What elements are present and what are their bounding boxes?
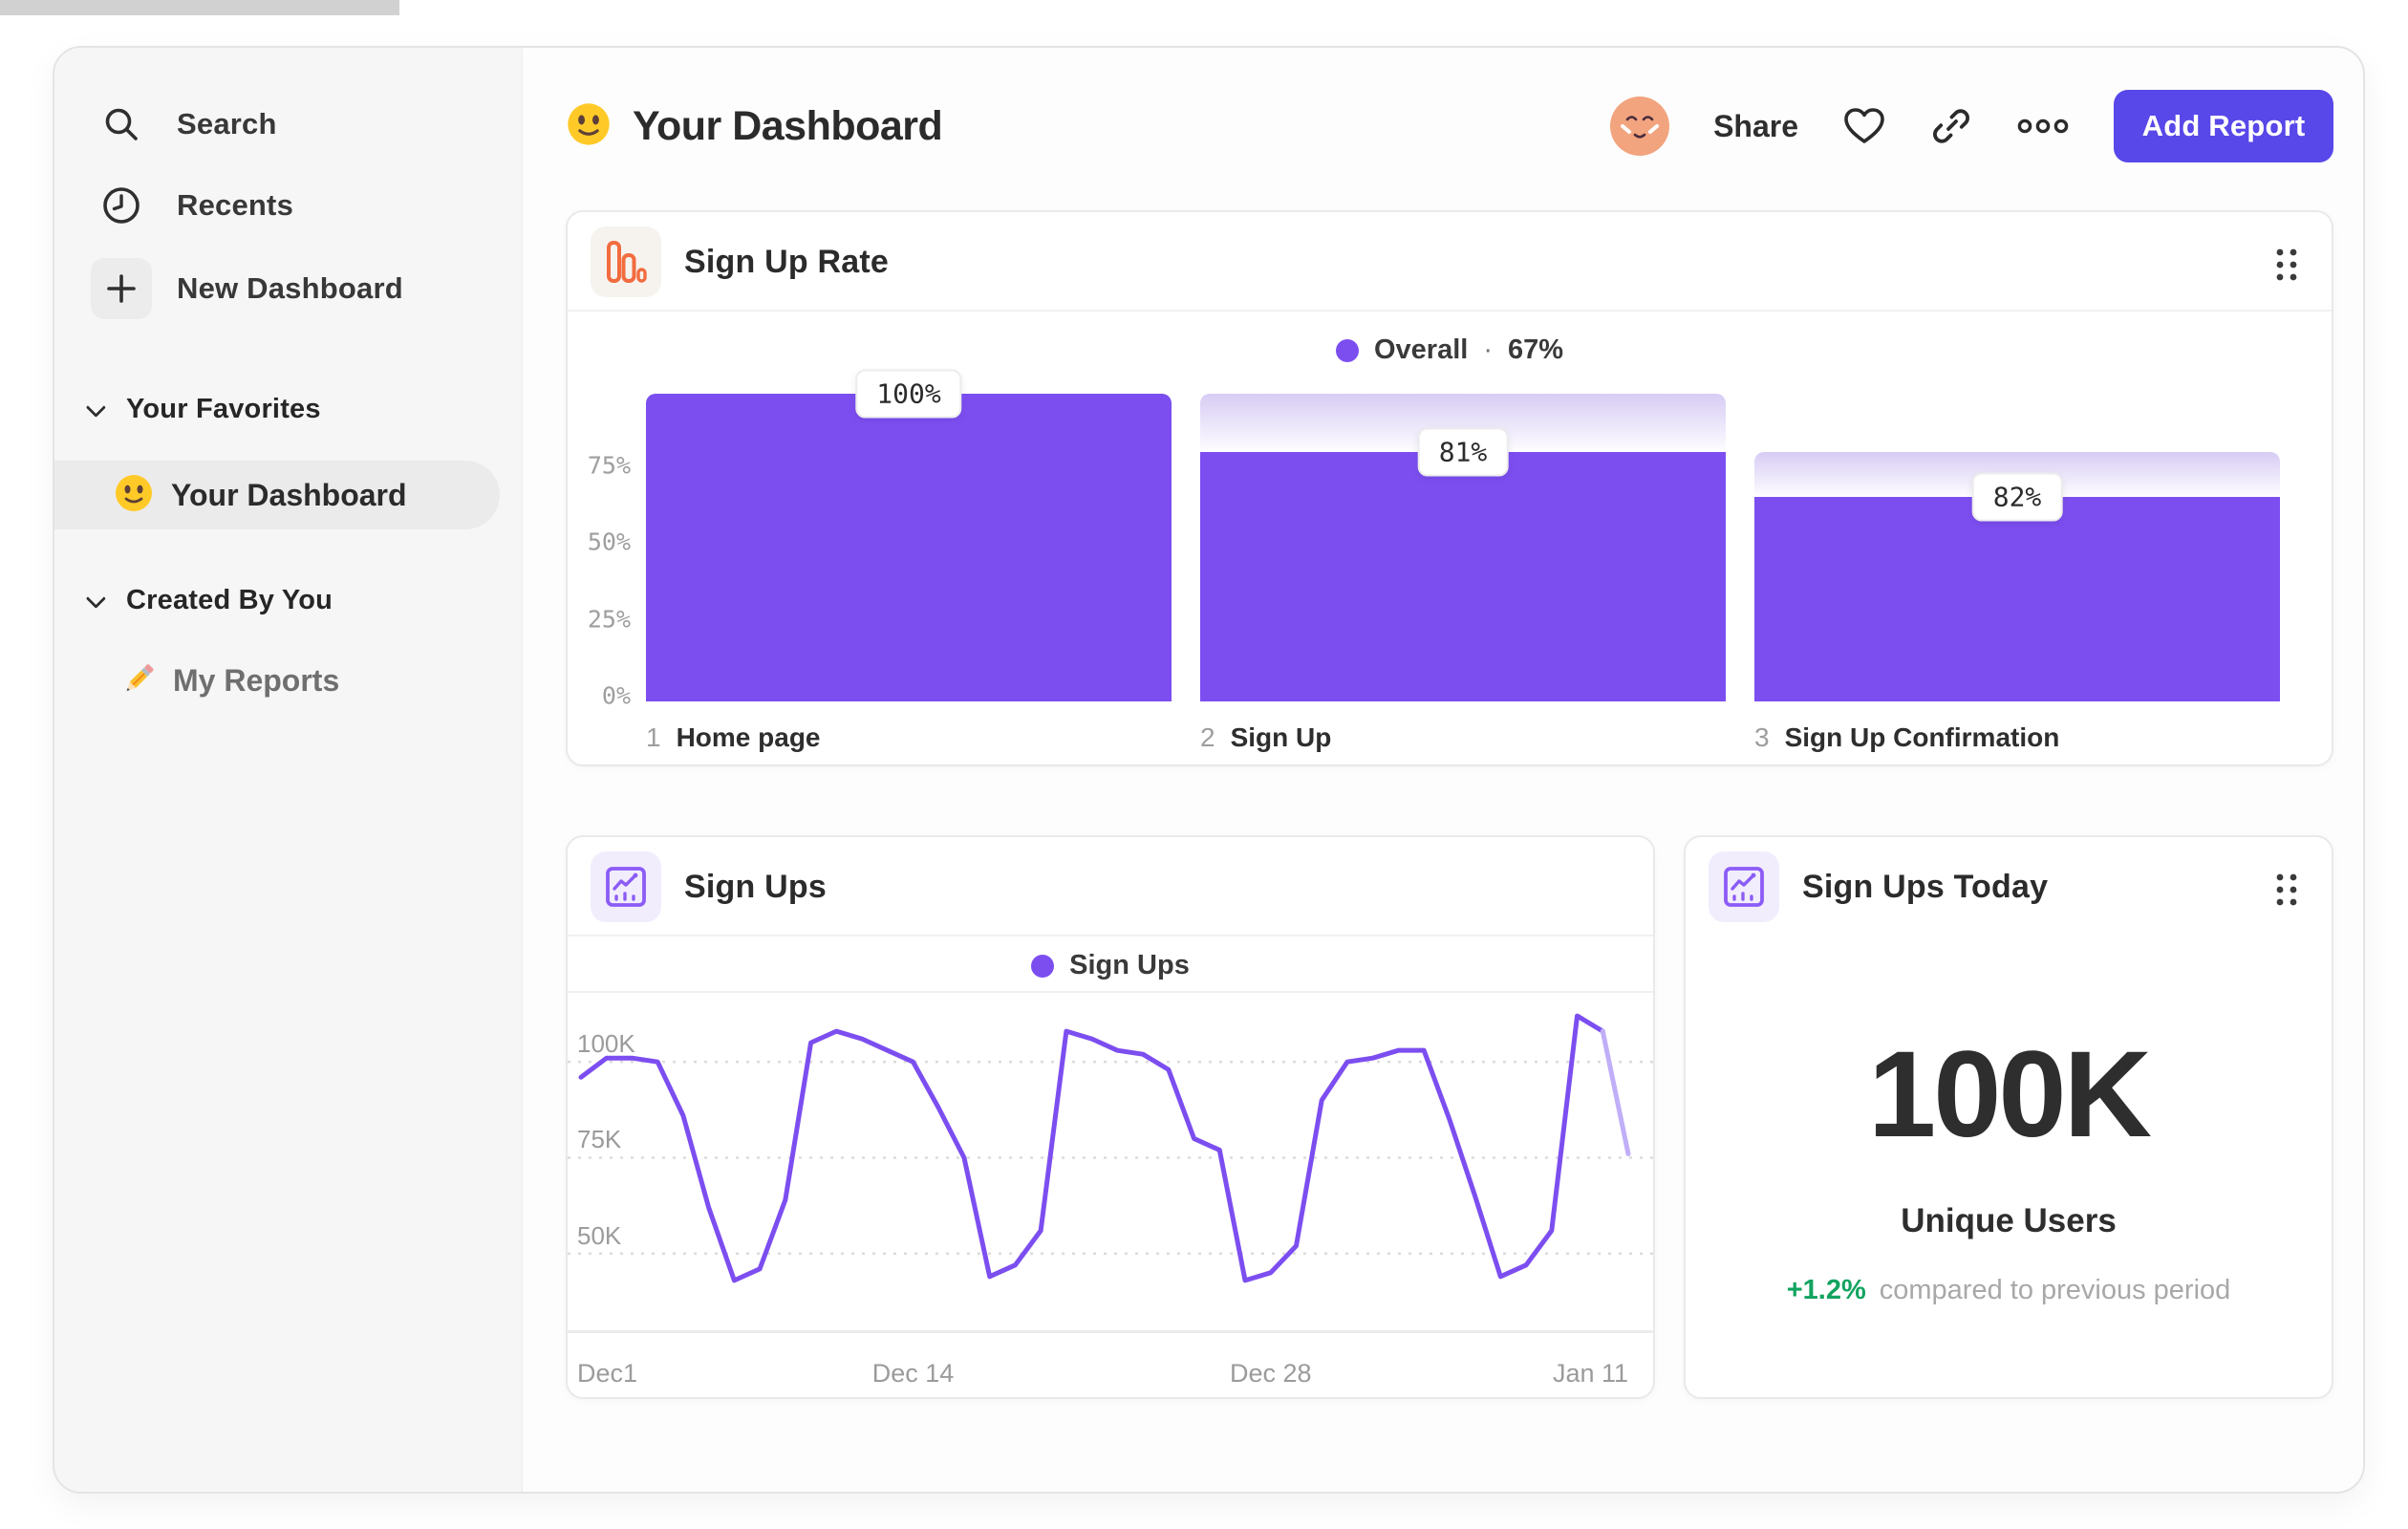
stat-delta-row: +1.2% compared to previous period (1686, 1275, 2332, 1306)
funnel-step-number: 1 (646, 722, 661, 752)
stat-label: Unique Users (1901, 1202, 2117, 1239)
signups-card: Sign Ups Sign Ups 100K 75K 50K Dec1 Dec 14 De… (566, 835, 1655, 1399)
legend-dot (1031, 954, 1055, 978)
funnel-y-tick: 25% (587, 605, 631, 633)
funnel-value-chip: 81% (1417, 427, 1509, 477)
card-header: Sign Ups Today (1686, 837, 2332, 937)
stat-delta: +1.2% (1786, 1275, 1866, 1305)
line-x-tick: Dec 28 (1229, 1359, 1312, 1388)
line-x-tick: Dec 14 (871, 1359, 955, 1388)
funnel-y-tick: 50% (587, 528, 631, 556)
line-chart-icon (591, 851, 661, 922)
funnel-bar (646, 394, 1172, 701)
funnel-step-name: Sign Up (1230, 722, 1332, 752)
share-button[interactable]: Share (1713, 109, 1798, 144)
smiley-emoji (566, 101, 612, 152)
add-report-button[interactable]: Add Report (2114, 90, 2333, 162)
sidebar: Search Recents New Dashboard Your Favori… (54, 48, 523, 1492)
funnel-bar-fill (646, 394, 1172, 701)
sidebar-item-search[interactable]: Search (54, 88, 523, 161)
line-chart-icon (1709, 851, 1779, 922)
copy-link-icon[interactable] (1930, 105, 1972, 147)
card-header: Sign Ups (568, 837, 1653, 937)
sidebar-item-recents[interactable]: Recents (54, 169, 523, 242)
funnel-step-label: 3 Sign Up Confirmation (1754, 722, 2059, 753)
search-icon (85, 104, 158, 144)
sidebar-item-label: Recents (177, 188, 294, 222)
funnel-step-name: Home page (676, 722, 821, 752)
plus-icon (85, 258, 158, 319)
line-x-tick: Jan 11 (1552, 1359, 1628, 1388)
signups-today-card: Sign Ups Today 100K Unique Users +1.2% co… (1684, 835, 2333, 1399)
sidebar-section-created-by-you[interactable]: Created By You (85, 585, 333, 616)
sidebar-item-label: Search (177, 107, 277, 140)
funnel-bar-fill (1200, 452, 1726, 701)
signups-line-chart: 100K 75K 50K Dec1 Dec 14 Dec 28 Jan 11 (568, 993, 1653, 1394)
x-axis-line (568, 1330, 1653, 1333)
funnel-step-name: Sign Up Confirmation (1784, 722, 2060, 752)
funnel-bar-fill (1754, 496, 2280, 701)
signups-legend[interactable]: Sign Ups (568, 950, 1653, 981)
funnel-y-tick: 0% (601, 681, 631, 710)
chevron-down-icon (85, 588, 106, 609)
pencil-emoji (119, 659, 158, 702)
sidebar-item-your-dashboard[interactable]: Your Dashboard (54, 461, 500, 529)
drag-handle-icon[interactable] (2274, 872, 2299, 913)
app-window: Search Recents New Dashboard Your Favori… (53, 46, 2365, 1494)
favorite-heart-icon[interactable] (1842, 106, 1886, 146)
funnel-step-number: 2 (1200, 722, 1215, 752)
funnel-value-chip: 100% (855, 369, 962, 419)
window-artifact-strip (0, 0, 399, 15)
sidebar-item-label: New Dashboard (177, 271, 403, 305)
chevron-down-icon (85, 397, 106, 418)
funnel-value-chip: 82% (1971, 472, 2063, 522)
dashboard-header: Your Dashboard Share Add Report (566, 88, 2333, 164)
funnel-step-number: 3 (1754, 722, 1770, 752)
signups-series-line (578, 1013, 1605, 1283)
line-x-tick: Dec1 (577, 1359, 638, 1388)
card-title: Sign Ups Today (1802, 869, 2049, 905)
signups-series-line-incomplete (1600, 1028, 1631, 1156)
smiley-emoji (114, 473, 154, 518)
funnel-chart: 75% 50% 25% 0% 100% 1 Home page 81% 2 Sign Up 82% 3… (568, 212, 2332, 764)
funnel-y-tick: 75% (587, 451, 631, 479)
sidebar-item-my-reports[interactable]: My Reports (54, 646, 500, 715)
sidebar-item-new-dashboard[interactable]: New Dashboard (54, 252, 523, 325)
page-title: Your Dashboard (633, 102, 943, 149)
signup-rate-card: Sign Up Rate Overall · 67% 75% 50% 25% 0% 10… (566, 210, 2333, 766)
funnel-step-label: 1 Home page (646, 722, 821, 753)
avatar[interactable] (1610, 97, 1670, 156)
line-chart-svg (568, 1013, 1653, 1283)
clock-icon (85, 185, 158, 226)
stat-delta-note: compared to previous period (1879, 1275, 2231, 1305)
more-dots-icon[interactable] (2016, 117, 2070, 136)
stat-value: 100K (1868, 1026, 2152, 1163)
sidebar-section-your-favorites[interactable]: Your Favorites (85, 394, 321, 425)
card-title: Sign Ups (684, 869, 827, 905)
funnel-step-label: 2 Sign Up (1200, 722, 1331, 753)
